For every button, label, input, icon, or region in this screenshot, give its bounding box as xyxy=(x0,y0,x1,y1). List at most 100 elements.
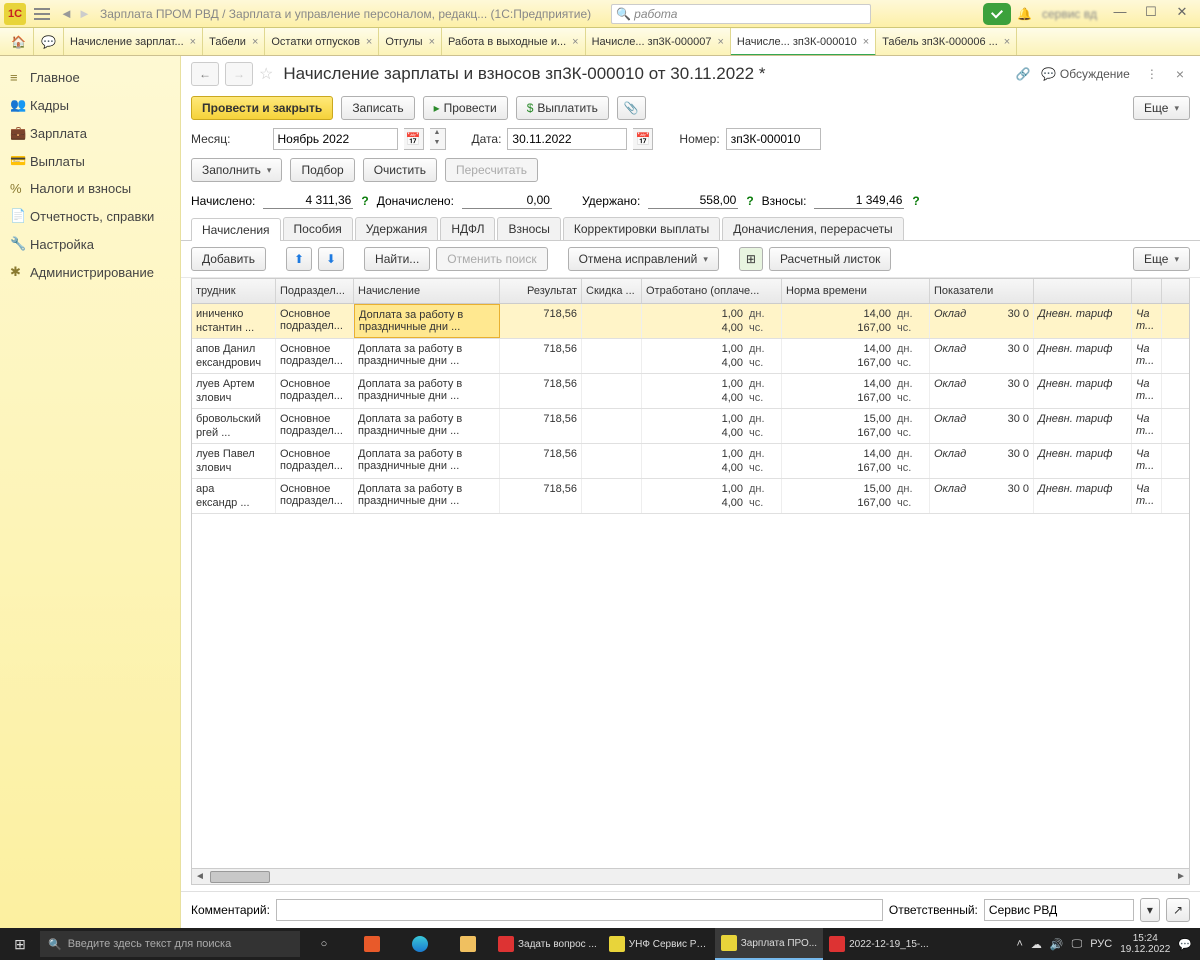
tab-close-icon[interactable]: × xyxy=(572,36,578,48)
table-row[interactable]: луев ПавелзловичОсновное подраздел...Доп… xyxy=(192,444,1189,479)
tab-close-icon[interactable]: × xyxy=(863,36,869,48)
kebab-icon[interactable]: ⋮ xyxy=(1140,67,1164,81)
clock[interactable]: 15:2419.12.2022 xyxy=(1120,933,1170,955)
tab-1[interactable]: Табели× xyxy=(203,28,265,55)
doc-back-button[interactable]: ← xyxy=(191,62,219,86)
nav-back-icon[interactable]: ◄ xyxy=(60,6,78,21)
doc-forward-button[interactable]: → xyxy=(225,62,253,86)
move-up-button[interactable]: ⬆ xyxy=(286,247,312,271)
sidebar-item-0[interactable]: ≡Главное xyxy=(0,64,180,91)
add-row-button[interactable]: Добавить xyxy=(191,247,266,271)
chat-icon[interactable]: 💬 xyxy=(34,28,64,55)
window-minimize[interactable]: — xyxy=(1106,4,1134,24)
sidebar-item-7[interactable]: ✱Администрирование xyxy=(0,258,180,286)
windows-search[interactable]: 🔍 Введите здесь текст для поиска xyxy=(40,931,300,957)
taskbar-app[interactable]: Задать вопрос ... xyxy=(492,928,603,960)
cast-icon[interactable]: 🖵 xyxy=(1072,938,1083,951)
table-row[interactable]: луев АртемзловичОсновное подраздел...Доп… xyxy=(192,374,1189,409)
payslip-button[interactable]: Расчетный листок xyxy=(769,247,891,271)
tab-close-icon[interactable]: × xyxy=(190,36,196,48)
subtab-6[interactable]: Доначисления, перерасчеты xyxy=(722,217,903,240)
pay-button[interactable]: $Выплатить xyxy=(516,96,609,120)
sidebar-item-4[interactable]: %Налоги и взносы xyxy=(0,175,180,202)
subtab-2[interactable]: Удержания xyxy=(355,217,439,240)
sidebar-item-2[interactable]: 💼Зарплата xyxy=(0,119,180,147)
help-icon[interactable]: ? xyxy=(912,194,919,208)
tab-close-icon[interactable]: × xyxy=(717,36,723,48)
recalc-button[interactable]: Пересчитать xyxy=(445,158,538,182)
post-and-close-button[interactable]: Провести и закрыть xyxy=(191,96,333,120)
tab-close-icon[interactable]: × xyxy=(1004,36,1010,48)
tray-up-icon[interactable]: ˄ xyxy=(1016,938,1022,950)
tab-4[interactable]: Работа в выходные и...× xyxy=(442,28,586,55)
taskbar-bird-icon[interactable] xyxy=(348,928,396,960)
sidebar-item-3[interactable]: 💳Выплаты xyxy=(0,147,180,175)
sidebar-item-1[interactable]: 👥Кадры xyxy=(0,91,180,119)
subtab-5[interactable]: Корректировки выплаты xyxy=(563,217,720,240)
taskbar-explorer[interactable] xyxy=(444,928,492,960)
subtab-1[interactable]: Пособия xyxy=(283,217,353,240)
tab-6[interactable]: Начисле... зп3К-000010× xyxy=(731,29,876,55)
global-search[interactable]: 🔍 работа xyxy=(611,4,871,24)
discussion-button[interactable]: 💬 Обсуждение xyxy=(1041,67,1130,81)
help-icon[interactable]: ? xyxy=(361,194,368,208)
hamburger-icon[interactable] xyxy=(30,2,54,26)
home-icon[interactable]: 🏠 xyxy=(4,28,34,55)
tab-0[interactable]: Начисление зарплат...× xyxy=(64,28,203,55)
table-row[interactable]: араександр ...Основное подраздел...Допла… xyxy=(192,479,1189,514)
link-icon[interactable]: 🔗 xyxy=(1011,67,1035,81)
column-header[interactable]: трудник xyxy=(192,279,276,303)
horizontal-scrollbar[interactable]: ◄► xyxy=(192,868,1189,884)
window-maximize[interactable]: ☐ xyxy=(1137,4,1165,24)
number-field[interactable]: зп3К-000010 xyxy=(726,128,821,150)
month-field[interactable]: Ноябрь 2022 xyxy=(273,128,398,150)
taskbar-app[interactable]: УНФ Сервис РВ... xyxy=(603,928,715,960)
tab-close-icon[interactable]: × xyxy=(252,36,258,48)
clear-button[interactable]: Очистить xyxy=(363,158,437,182)
taskbar-cortana[interactable]: ○ xyxy=(300,928,348,960)
fill-button[interactable]: Заполнить▾ xyxy=(191,158,282,182)
column-header[interactable]: Начисление xyxy=(354,279,500,303)
table-row[interactable]: иниченконстантин ...Основное подраздел..… xyxy=(192,304,1189,339)
taskbar-edge[interactable] xyxy=(396,928,444,960)
responsible-open-button[interactable]: ↗ xyxy=(1166,898,1190,922)
tab-3[interactable]: Отгулы× xyxy=(379,28,442,55)
column-header[interactable]: Показатели xyxy=(930,279,1034,303)
comment-field[interactable] xyxy=(276,899,883,921)
column-header[interactable]: Скидка ... xyxy=(582,279,642,303)
responsible-select-button[interactable]: ▾ xyxy=(1140,898,1160,922)
post-button[interactable]: ▸Провести xyxy=(423,96,508,120)
start-button[interactable]: ⊞ xyxy=(0,936,40,953)
taskbar-app[interactable]: Зарплата ПРО... xyxy=(715,928,823,960)
nav-fwd-icon[interactable]: ► xyxy=(78,6,96,21)
date-calendar-icon[interactable]: 📅 xyxy=(633,128,653,150)
column-header[interactable]: Подраздел... xyxy=(276,279,354,303)
window-close[interactable]: ✕ xyxy=(1168,4,1196,24)
tab-5[interactable]: Начисле... зп3К-000007× xyxy=(586,28,731,55)
tab-close-icon[interactable]: × xyxy=(366,36,372,48)
subtab-0[interactable]: Начисления xyxy=(191,218,281,241)
table-row[interactable]: бровольскийргей ...Основное подраздел...… xyxy=(192,409,1189,444)
favorite-icon[interactable]: ☆ xyxy=(259,64,273,84)
month-stepper[interactable]: ▲▼ xyxy=(430,128,446,150)
bell-icon[interactable]: 🔔 xyxy=(1017,7,1032,21)
sidebar-item-5[interactable]: 📄Отчетность, справки xyxy=(0,202,180,230)
date-field[interactable]: 30.11.2022 xyxy=(507,128,627,150)
table-row[interactable]: апов ДанилександровичОсновное подраздел.… xyxy=(192,339,1189,374)
subtab-3[interactable]: НДФЛ xyxy=(440,217,495,240)
sidebar-item-6[interactable]: 🔧Настройка xyxy=(0,230,180,258)
month-calendar-icon[interactable]: 📅 xyxy=(404,128,424,150)
taskbar-app[interactable]: 2022-12-19_15-... xyxy=(823,928,935,960)
grid-body[interactable]: иниченконстантин ...Основное подраздел..… xyxy=(192,304,1189,868)
shield-icon[interactable] xyxy=(983,3,1011,25)
tab-2[interactable]: Остатки отпусков× xyxy=(265,28,379,55)
cancel-fix-button[interactable]: Отмена исправлений▾ xyxy=(568,247,719,271)
column-header[interactable]: Отработано (оплаче... xyxy=(642,279,782,303)
cancel-search-button[interactable]: Отменить поиск xyxy=(436,247,547,271)
pick-button[interactable]: Подбор xyxy=(290,158,354,182)
subtab-4[interactable]: Взносы xyxy=(497,217,560,240)
column-header[interactable]: Результат xyxy=(500,279,582,303)
close-document[interactable]: × xyxy=(1170,66,1190,82)
column-header[interactable]: Норма времени xyxy=(782,279,930,303)
cloud-icon[interactable]: ☁ xyxy=(1031,938,1042,951)
